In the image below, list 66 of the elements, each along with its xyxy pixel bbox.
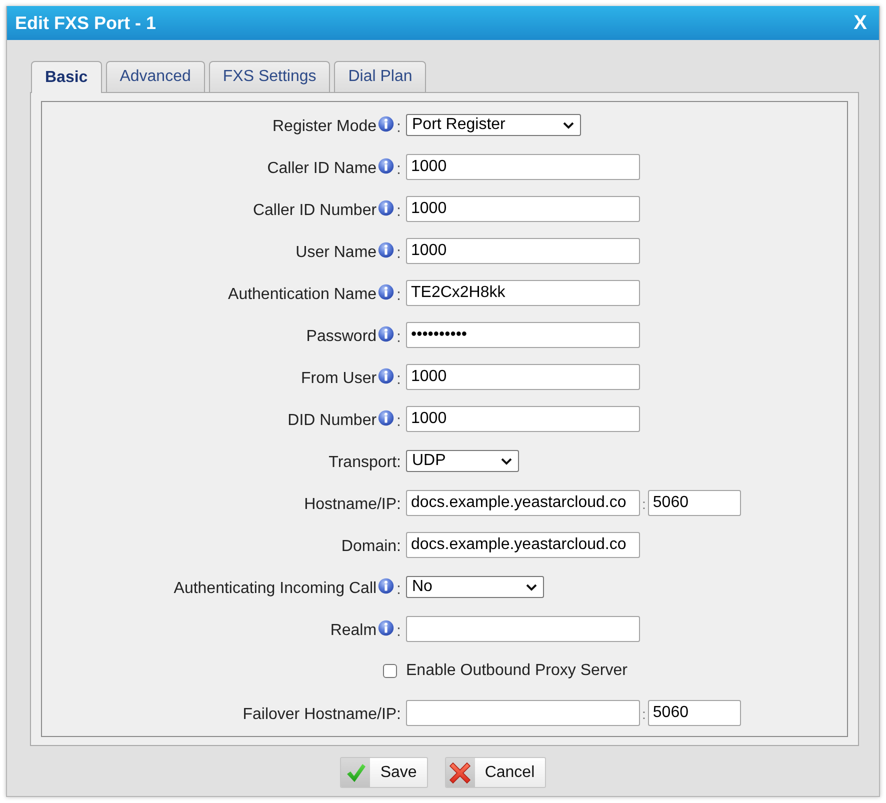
text-field[interactable]: docs.example.yeastarcloud.co	[406, 532, 640, 558]
text-field[interactable]	[406, 700, 640, 726]
text-field[interactable]: docs.example.yeastarcloud.co	[406, 490, 640, 516]
label-colon: :	[396, 244, 401, 264]
info-icon[interactable]	[378, 116, 394, 132]
label-colon: :	[396, 160, 401, 180]
text-field[interactable]: 1000	[406, 154, 640, 180]
dropdown[interactable]: Port Register	[406, 114, 581, 136]
label-colon: :	[396, 286, 401, 306]
dropdown[interactable]: UDP	[406, 450, 519, 472]
info-icon[interactable]	[378, 410, 394, 426]
cancel-button[interactable]: Cancel	[444, 757, 546, 788]
info-icon[interactable]	[378, 368, 394, 384]
tab[interactable]: Advanced	[106, 61, 205, 92]
tab[interactable]: FXS Settings	[208, 61, 330, 92]
field-label: Domain:	[341, 537, 401, 557]
chevron-down-icon	[563, 122, 574, 128]
field-label: Password	[306, 327, 377, 347]
save-button[interactable]: Save	[340, 757, 428, 788]
field-label: From User	[300, 369, 377, 389]
checkbox-label[interactable]: Enable Outbound Proxy Server	[406, 659, 628, 683]
label-colon: :	[396, 202, 401, 222]
info-icon[interactable]	[378, 200, 394, 216]
text-field[interactable]: ••••••••••	[406, 322, 640, 348]
info-icon[interactable]	[378, 578, 394, 594]
label-colon: :	[396, 328, 401, 348]
label-colon: :	[396, 412, 401, 432]
text-field[interactable]: 1000	[406, 406, 640, 432]
text-field[interactable]: TE2Cx2H8kk	[406, 280, 640, 306]
checkbox[interactable]	[383, 664, 397, 678]
text-field[interactable]: 1000	[406, 196, 640, 222]
info-icon[interactable]	[378, 326, 394, 342]
field-label: Authenticating Incoming Call	[174, 579, 377, 599]
port-separator: :	[642, 495, 646, 514]
field-label: Realm	[330, 621, 377, 641]
label-colon: :	[396, 370, 401, 390]
chevron-down-icon	[526, 584, 537, 590]
text-field[interactable]: 1000	[406, 238, 640, 264]
window-title: Edit FXS Port - 1	[15, 12, 156, 34]
info-icon[interactable]	[378, 158, 394, 174]
label-colon: :	[396, 580, 401, 600]
info-icon[interactable]	[378, 242, 394, 258]
info-icon[interactable]	[378, 620, 394, 636]
field-label: Caller ID Name	[267, 159, 377, 179]
field-label: Hostname/IP:	[304, 495, 401, 515]
field-label: Register Mode	[272, 117, 377, 137]
cross-icon	[449, 762, 472, 784]
port-field[interactable]: 5060	[648, 700, 741, 726]
check-icon	[346, 762, 366, 782]
info-icon[interactable]	[378, 284, 394, 300]
text-field[interactable]	[406, 616, 640, 642]
field-label: DID Number	[288, 411, 377, 431]
field-label: Caller ID Number	[252, 201, 377, 221]
label-colon: :	[396, 622, 401, 642]
dropdown[interactable]: No	[406, 576, 544, 598]
tab[interactable]: Dial Plan	[334, 61, 426, 92]
field-label: Authentication Name	[228, 285, 377, 305]
text-field[interactable]: 1000	[406, 364, 640, 390]
field-label: Transport:	[328, 453, 401, 473]
chevron-down-icon	[501, 458, 512, 464]
tab[interactable]: Basic	[31, 61, 102, 93]
port-field[interactable]: 5060	[648, 490, 741, 516]
field-label: User Name	[296, 243, 377, 263]
label-colon: :	[396, 118, 401, 138]
port-separator: :	[642, 705, 646, 724]
field-label: Failover Hostname/IP:	[242, 705, 401, 725]
